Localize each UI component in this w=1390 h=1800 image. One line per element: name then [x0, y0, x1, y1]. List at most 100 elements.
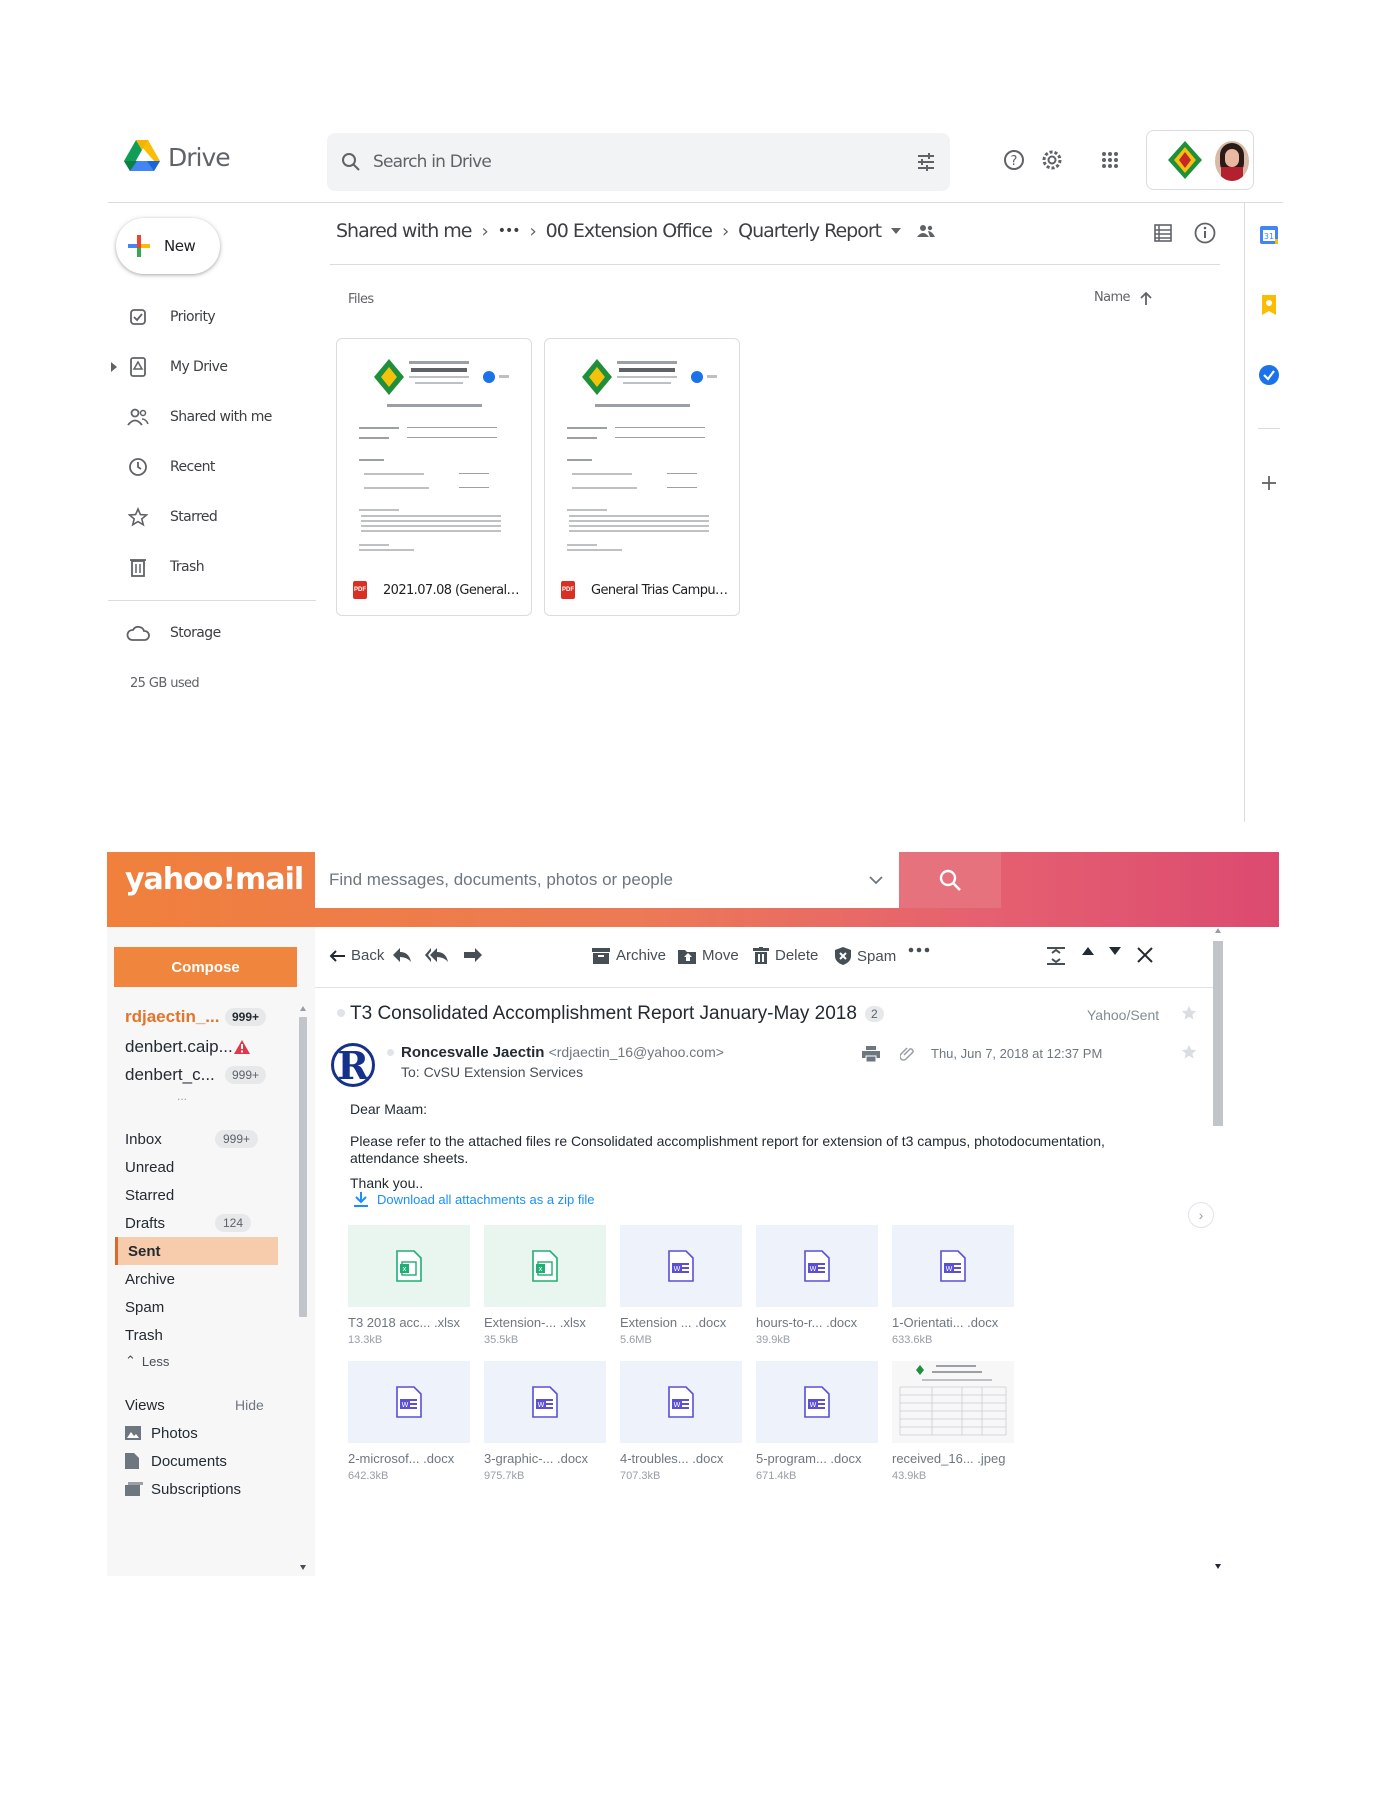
more-actions-icon[interactable]: [908, 947, 930, 953]
hide-views-link[interactable]: Hide: [235, 1397, 264, 1413]
attachment-paperclip-icon[interactable]: [899, 1046, 914, 1067]
drive-search-bar[interactable]: Search in Drive: [327, 133, 950, 191]
nav-item-priority[interactable]: Priority: [108, 292, 318, 342]
document-icon: [125, 1453, 139, 1469]
view-subscriptions[interactable]: Subscriptions: [125, 1475, 275, 1503]
folder-starred[interactable]: Starred: [125, 1181, 275, 1209]
move-button[interactable]: Move: [678, 947, 739, 964]
attachment-item[interactable]: W 1-Orientati... .docx 633.6kB: [892, 1225, 1014, 1346]
back-button[interactable]: Back: [329, 947, 384, 964]
nav-item-recent[interactable]: Recent: [108, 442, 318, 492]
account-item[interactable]: denbert_c... 999+: [125, 1061, 285, 1089]
folder-trash[interactable]: Trash: [125, 1321, 275, 1349]
account-name: denbert.caip...: [125, 1037, 233, 1056]
print-icon[interactable]: [862, 1046, 880, 1067]
message-scrollbar[interactable]: [1212, 927, 1224, 1576]
tasks-icon[interactable]: [1258, 364, 1280, 386]
svg-text:x: x: [538, 1265, 542, 1273]
keep-icon[interactable]: [1258, 294, 1280, 316]
read-dot-icon[interactable]: [337, 1009, 345, 1017]
close-icon[interactable]: [1137, 947, 1153, 963]
account-item[interactable]: denbert.caip...: [125, 1033, 285, 1061]
nav-item-storage[interactable]: Storage: [120, 608, 221, 658]
compose-button[interactable]: Compose: [114, 947, 297, 987]
forward-icon[interactable]: [463, 947, 483, 963]
sort-by-name[interactable]: Name: [1094, 290, 1152, 305]
search-icon[interactable]: [341, 152, 361, 172]
svg-text:W: W: [810, 1401, 817, 1409]
attachment-item[interactable]: x Extension-... .xlsx 35.5kB: [484, 1225, 606, 1346]
folder-sent[interactable]: Sent: [115, 1237, 278, 1265]
dropdown-arrow-icon[interactable]: [891, 228, 902, 234]
file-card[interactable]: PDF General Trias Campus Fir...: [544, 338, 740, 616]
breadcrumb-item[interactable]: Shared with me: [336, 220, 472, 242]
sender-avatar[interactable]: R: [331, 1043, 375, 1087]
avatar[interactable]: [1215, 141, 1249, 181]
drive-logo[interactable]: Drive: [124, 140, 231, 174]
folder-unread[interactable]: Unread: [125, 1153, 275, 1181]
yahoo-mail-logo[interactable]: yahoo!mail: [125, 862, 304, 897]
view-photos[interactable]: Photos: [125, 1419, 275, 1447]
attachment-item[interactable]: Whours-to-r... .docx 39.9kB: [756, 1225, 878, 1346]
next-message-icon[interactable]: [1109, 947, 1121, 955]
warning-icon: [234, 1040, 250, 1054]
sender-line[interactable]: Roncesvalle Jaectin <rdjaectin_16@yahoo.…: [401, 1044, 724, 1061]
view-documents[interactable]: Documents: [125, 1447, 275, 1475]
spam-button[interactable]: Spam: [835, 947, 896, 965]
file-card[interactable]: PDF 2021.07.08 (General Tria...: [336, 338, 532, 616]
folder-inbox[interactable]: Inbox 999+: [125, 1125, 275, 1153]
download-all-link[interactable]: Download all attachments as a zip file: [353, 1191, 595, 1207]
folder-spam[interactable]: Spam: [125, 1293, 275, 1321]
arrow-up-icon[interactable]: [1140, 291, 1152, 305]
nav-item-my-drive[interactable]: My Drive: [108, 342, 318, 392]
reply-all-icon[interactable]: [425, 947, 449, 963]
attachment-item[interactable]: W 4-troubles... .docx 707.3kB: [620, 1361, 742, 1482]
sidebar-scrollbar[interactable]: [297, 1005, 309, 1575]
reply-icon[interactable]: [392, 947, 412, 963]
view-label: Subscriptions: [151, 1480, 242, 1498]
delete-button[interactable]: Delete: [753, 947, 818, 964]
expand-icon[interactable]: [1047, 947, 1065, 965]
add-addon-icon[interactable]: [1258, 472, 1280, 494]
breadcrumb-item[interactable]: 00 Extension Office: [546, 220, 713, 242]
chevron-down-icon[interactable]: [869, 876, 883, 884]
settings-gear-icon[interactable]: [1038, 146, 1066, 174]
folder-drafts[interactable]: Drafts 124: [125, 1209, 275, 1237]
more-accounts[interactable]: ...: [177, 1089, 187, 1103]
mail-search-input[interactable]: Find messages, documents, photos or peop…: [315, 852, 899, 908]
calendar-icon[interactable]: 31: [1258, 224, 1280, 246]
attachment-item[interactable]: x T3 2018 acc... .xlsx 13.3kB: [348, 1225, 470, 1346]
attachment-item[interactable]: W 5-program... .docx 671.4kB: [756, 1361, 878, 1482]
archive-button[interactable]: Archive: [592, 947, 666, 964]
apps-grid-icon[interactable]: [1096, 146, 1124, 174]
nav-item-starred[interactable]: Starred: [108, 492, 318, 542]
mail-search-button[interactable]: [899, 852, 1001, 908]
chevron-right-icon[interactable]: ›: [1188, 1202, 1214, 1228]
move-folder-icon: [678, 949, 696, 964]
attachment-item[interactable]: received_16... .jpeg 43.9kB: [892, 1361, 1014, 1482]
new-button[interactable]: New: [116, 218, 220, 274]
attachment-item[interactable]: W 3-graphic-... .docx 975.7kB: [484, 1361, 606, 1482]
recipient-line[interactable]: To: CvSU Extension Services: [401, 1064, 583, 1080]
nav-item-shared-with-me[interactable]: Shared with me: [108, 392, 318, 442]
star-icon[interactable]: [1181, 1044, 1197, 1065]
breadcrumb-more[interactable]: •••: [498, 223, 521, 239]
folder-archive[interactable]: Archive: [125, 1265, 275, 1293]
breadcrumb-current[interactable]: Quarterly Report: [738, 220, 882, 242]
account-switcher[interactable]: [1146, 130, 1254, 190]
attachment-name: 2-microsof... .docx: [348, 1451, 455, 1466]
word-file-icon: W: [892, 1225, 1014, 1307]
info-icon[interactable]: [1193, 221, 1217, 250]
star-icon[interactable]: [1181, 1005, 1197, 1026]
less-toggle[interactable]: ⌃ Less: [125, 1347, 275, 1375]
attachment-item[interactable]: W Extension ... .docx 5.6MB: [620, 1225, 742, 1346]
search-options-icon[interactable]: [916, 152, 936, 172]
expand-arrow-icon[interactable]: [110, 361, 118, 377]
help-icon[interactable]: ?: [1000, 146, 1028, 174]
account-item[interactable]: rdjaectin_... 999+: [125, 1003, 285, 1031]
previous-message-icon[interactable]: [1082, 947, 1094, 955]
attachment-item[interactable]: W 2-microsof... .docx 642.3kB: [348, 1361, 470, 1482]
attachment-name: 5-program... .docx: [756, 1451, 862, 1466]
list-view-icon[interactable]: [1154, 224, 1172, 247]
nav-item-trash[interactable]: Trash: [108, 542, 318, 592]
